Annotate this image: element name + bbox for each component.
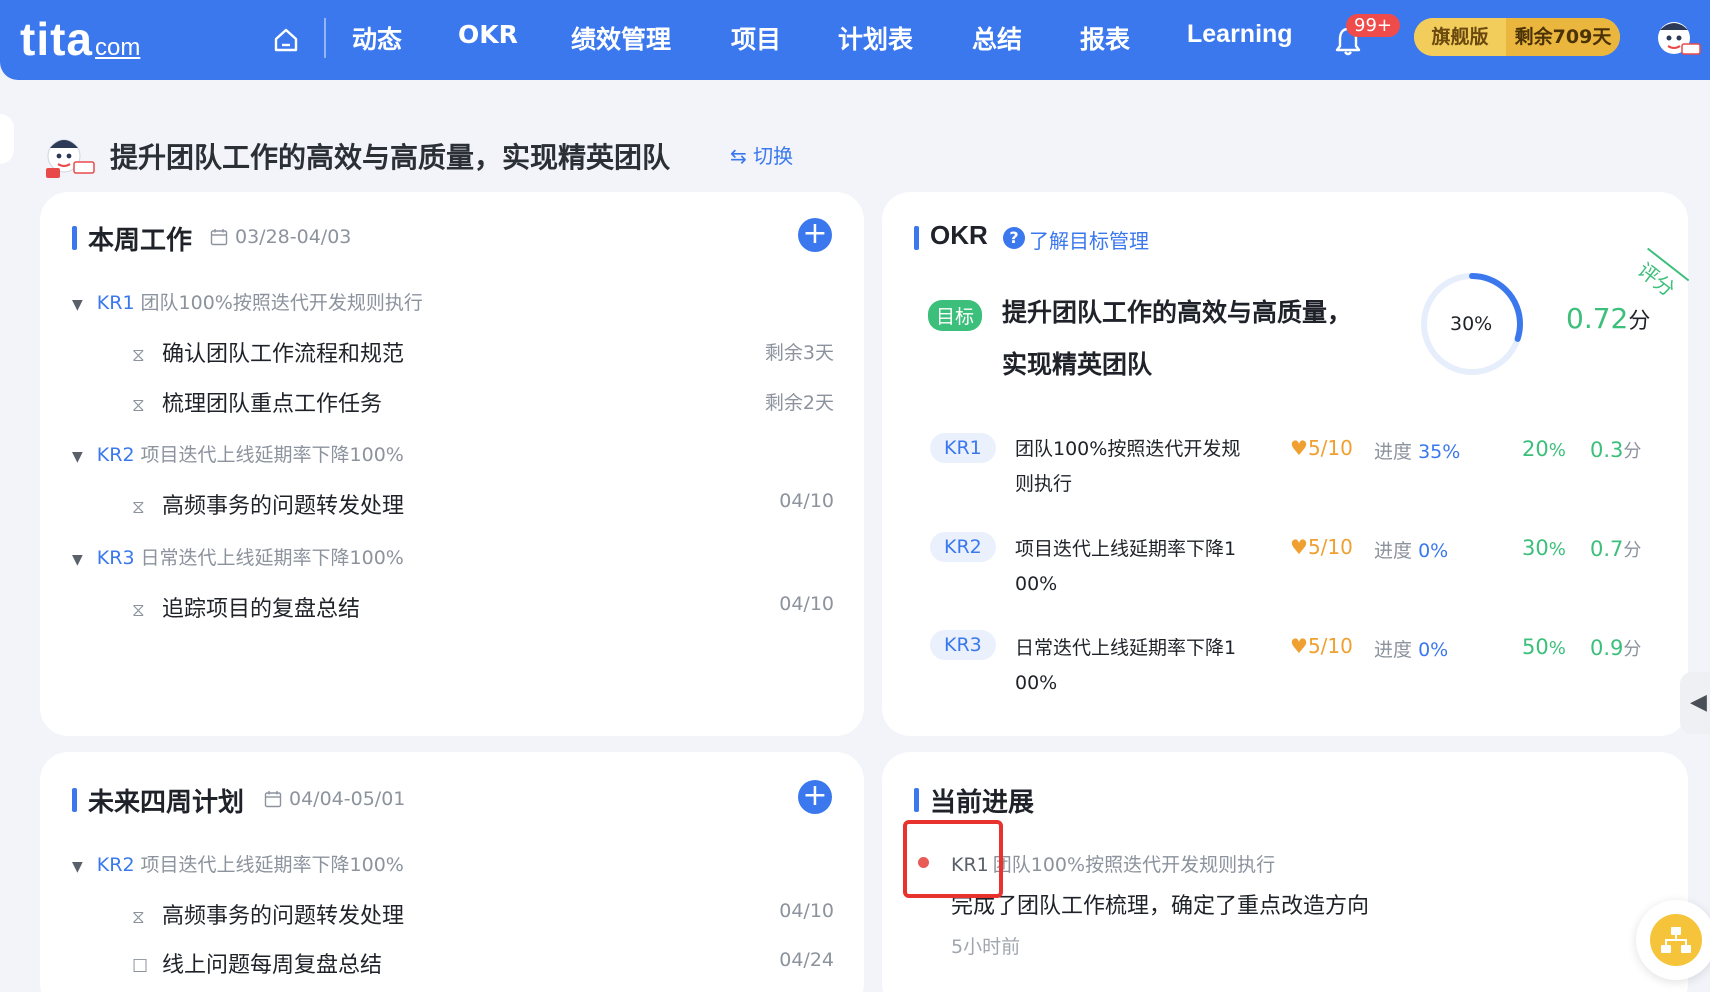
collapse-caret-icon[interactable]: ▼ xyxy=(72,859,83,875)
kr-group-header[interactable]: ▼ KR1 团队100%按照迭代开发规则执行 xyxy=(72,288,423,315)
nav-item-learning[interactable]: Learning xyxy=(1187,20,1293,49)
nav-item-summary[interactable]: 总结 xyxy=(972,20,1022,56)
okr-card xyxy=(882,192,1688,736)
nav-item-okr[interactable]: OKR xyxy=(458,20,518,49)
add-plan-task-button[interactable]: + xyxy=(798,780,832,814)
hourglass-icon: ⧖ xyxy=(132,600,145,621)
learn-goal-management-link[interactable]: 了解目标管理 xyxy=(1029,225,1149,254)
heart-icon: ♥ xyxy=(1290,634,1308,658)
top-nav-bar: titacom 动态 OKR 绩效管理 项目 计划表 总结 报表 Learnin… xyxy=(0,0,1710,80)
this-week-title: 本周工作 xyxy=(88,226,193,256)
kr-weight: 50% xyxy=(1522,635,1566,659)
task-item[interactable]: ⧖ 确认团队工作流程和规范 xyxy=(132,336,404,368)
current-progress-title: 当前进展 xyxy=(930,788,1035,818)
confidence[interactable]: ♥5/10 xyxy=(1290,436,1353,460)
mascot-avatar xyxy=(46,139,95,178)
kr-weight: 30% xyxy=(1522,536,1566,560)
nav-divider xyxy=(324,18,326,58)
kr-progress: 进度 0% xyxy=(1374,540,1449,562)
kr-group-header[interactable]: ▼ KR3 日常迭代上线延期率下降100% xyxy=(72,543,404,570)
nav-item-performance[interactable]: 绩效管理 xyxy=(571,20,671,56)
org-chart-icon xyxy=(1661,927,1691,953)
kr-group-header[interactable]: ▼ KR2 项目迭代上线延期率下降100% xyxy=(72,440,404,467)
caret-left-icon: ◀ xyxy=(1690,690,1707,715)
hourglass-icon: ⧖ xyxy=(132,345,145,366)
kr-group-header[interactable]: ▼ KR2 项目迭代上线延期率下降100% xyxy=(72,850,404,877)
section-accent-bar xyxy=(914,226,919,250)
nav-item-feed[interactable]: 动态 xyxy=(352,20,402,56)
add-this-week-task-button[interactable]: + xyxy=(798,218,832,252)
org-chart-button[interactable] xyxy=(1636,900,1710,980)
task-item[interactable]: ⧖ 高频事务的问题转发处理 xyxy=(132,488,404,520)
home-icon[interactable] xyxy=(272,26,300,54)
task-item[interactable]: ⧖ 高频事务的问题转发处理 xyxy=(132,898,404,930)
calendar-icon xyxy=(210,229,228,246)
task-item[interactable]: ☐ 线上问题每周复盘总结 xyxy=(132,947,382,979)
this-week-date-range: 03/28-04/03 xyxy=(235,226,352,248)
confidence[interactable]: ♥5/10 xyxy=(1290,634,1353,658)
heart-icon: ♥ xyxy=(1290,535,1308,559)
kr-score: 0.3分 xyxy=(1590,438,1642,462)
okr-title: OKR xyxy=(930,220,988,250)
left-edge-tab[interactable] xyxy=(0,114,14,164)
nav-item-reports[interactable]: 报表 xyxy=(1080,20,1130,56)
task-meta: 剩余3天 xyxy=(764,342,834,364)
switch-goal-button[interactable]: ⇆ 切换 xyxy=(730,140,793,169)
remaining-days-label: 剩余709天 xyxy=(1506,18,1620,56)
next-four-weeks-date-range: 04/04-05/01 xyxy=(289,788,406,810)
kr-score: 0.7分 xyxy=(1590,537,1642,561)
kr-score: 0.9分 xyxy=(1590,636,1642,660)
help-icon[interactable]: ? xyxy=(1003,227,1025,249)
kr-progress: 进度 0% xyxy=(1374,639,1449,661)
section-accent-bar xyxy=(72,788,77,812)
kr-title[interactable]: 日常迭代上线延期率下降1 00% xyxy=(1015,631,1255,701)
nav-item-projects[interactable]: 项目 xyxy=(731,20,781,56)
task-item[interactable]: ⧖ 梳理团队重点工作任务 xyxy=(132,386,382,418)
hourglass-icon: ⧖ xyxy=(132,497,145,518)
task-meta: 04/24 xyxy=(779,949,834,971)
collapse-caret-icon[interactable]: ▼ xyxy=(72,552,83,568)
nav-item-schedule[interactable]: 计划表 xyxy=(838,20,913,56)
goal-title[interactable]: 提升团队工作的高效与高质量， 实现精英团队 xyxy=(1002,287,1382,391)
task-meta: 04/10 xyxy=(779,900,834,922)
kr-title[interactable]: 项目迭代上线延期率下降1 00% xyxy=(1015,532,1255,602)
confidence[interactable]: ♥5/10 xyxy=(1290,535,1353,559)
goal-score: 0.72分 xyxy=(1566,302,1651,335)
task-item[interactable]: ⧖ 追踪项目的复盘总结 xyxy=(132,591,360,623)
task-meta: 04/10 xyxy=(779,593,834,615)
section-accent-bar xyxy=(72,226,77,250)
checkbox-icon[interactable]: ☐ xyxy=(132,956,152,977)
next-four-weeks-title: 未来四周计划 xyxy=(88,788,245,818)
plan-label: 旗舰版 xyxy=(1414,18,1506,56)
task-meta: 剩余2天 xyxy=(764,392,834,414)
progress-timestamp: 5小时前 xyxy=(951,936,1021,958)
progress-percent: 30% xyxy=(1450,313,1493,335)
hourglass-icon: ⧖ xyxy=(132,395,145,416)
task-meta: 04/10 xyxy=(779,490,834,512)
plan-badge[interactable]: 旗舰版 剩余709天 xyxy=(1414,18,1620,56)
hourglass-icon: ⧖ xyxy=(132,907,145,928)
progress-update-text: 完成了团队工作梳理，确定了重点改造方向 xyxy=(951,894,1370,919)
collapse-caret-icon[interactable]: ▼ xyxy=(72,297,83,313)
page-title: 提升团队工作的高效与高质量，实现精英团队 xyxy=(110,141,671,174)
notification-badge: 99+ xyxy=(1346,14,1400,37)
tita-logo[interactable]: titacom xyxy=(20,12,140,66)
section-accent-bar xyxy=(914,788,919,812)
kr-badge: KR1 xyxy=(930,433,996,463)
kr-title[interactable]: 团队100%按照迭代开发规 则执行 xyxy=(1015,432,1255,502)
goal-tag: 目标 xyxy=(928,300,983,331)
kr-weight: 20% xyxy=(1522,437,1566,461)
heart-icon: ♥ xyxy=(1290,436,1308,460)
side-panel-toggle[interactable]: ◀ xyxy=(1680,672,1710,734)
kr-badge: KR2 xyxy=(930,532,996,562)
highlight-box xyxy=(903,820,1003,898)
kr-badge: KR3 xyxy=(930,630,996,660)
calendar-icon xyxy=(264,791,282,808)
user-avatar[interactable] xyxy=(1652,16,1702,62)
collapse-caret-icon[interactable]: ▼ xyxy=(72,449,83,465)
kr-progress: 进度 35% xyxy=(1374,441,1461,463)
